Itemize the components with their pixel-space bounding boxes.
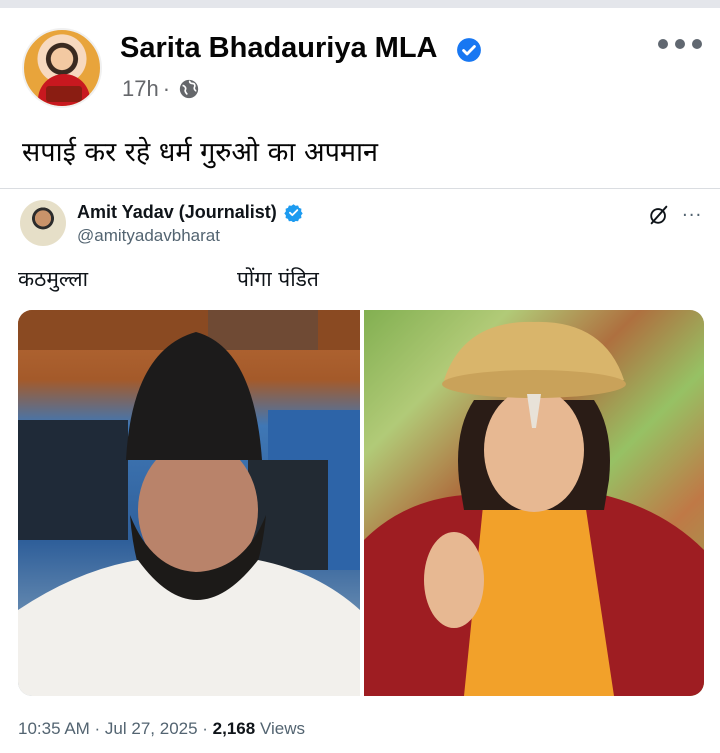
cleric-photo: [18, 310, 360, 696]
views-label: Views: [255, 719, 305, 738]
tweet-author-name[interactable]: Amit Yadav (Journalist): [77, 202, 277, 223]
meta-separator: ·: [162, 76, 171, 101]
image-caption-left: कठमुल्ला: [18, 267, 89, 291]
tweet-timestamp[interactable]: 10:35 AM · Jul 27, 2025 · 2,168 Views: [18, 719, 305, 739]
tweet-more-icon[interactable]: ···: [682, 205, 702, 226]
tweet-verified-icon: [284, 204, 303, 222]
pandit-photo: [364, 310, 704, 696]
dot-icon: [675, 39, 685, 49]
author-name[interactable]: Sarita Bhadauriya MLA: [120, 32, 437, 65]
tweet-time-date: 10:35 AM · Jul 27, 2025 ·: [18, 719, 213, 738]
views-count: 2,168: [212, 719, 256, 738]
author-avatar[interactable]: [22, 28, 102, 108]
post-meta: 17h ·: [122, 76, 200, 102]
post-time[interactable]: 17h: [122, 76, 159, 102]
embedded-tweet[interactable]: Amit Yadav (Journalist) @amityadavbharat…: [0, 190, 720, 753]
section-divider: [0, 188, 720, 189]
tweet-image[interactable]: [18, 310, 704, 696]
feed-divider: [0, 0, 720, 8]
more-options-button[interactable]: [658, 34, 702, 54]
image-caption-right: पोंगा पंडित: [237, 267, 319, 291]
grok-icon[interactable]: [648, 204, 670, 226]
tweet-author-handle[interactable]: @amityadavbharat: [77, 226, 220, 246]
verified-badge-icon: [457, 38, 481, 62]
post-text: सपाई कर रहे धर्म गुरुओ का अपमान: [22, 137, 379, 168]
avatar-tag: [46, 86, 82, 102]
dot-icon: [658, 39, 668, 49]
post-header: Sarita Bhadauriya MLA 17h ·: [22, 28, 702, 108]
photo-right: [364, 310, 704, 696]
tweet-author-avatar[interactable]: [20, 200, 66, 246]
dot-icon: [692, 39, 702, 49]
globe-icon[interactable]: [178, 78, 200, 100]
photo-left: [18, 310, 360, 696]
